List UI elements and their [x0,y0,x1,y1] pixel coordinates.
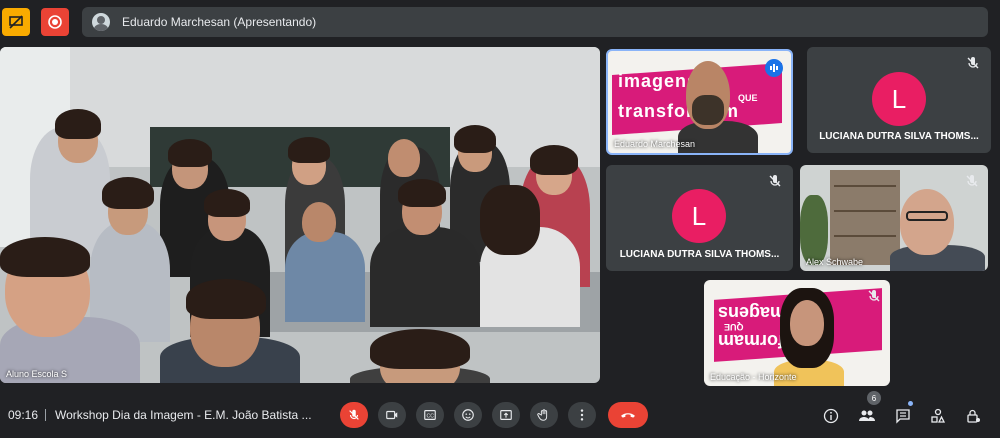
luciana-avatar-2: L [672,189,726,243]
captions-button[interactable]: CC [416,402,444,428]
lock-person-icon [967,409,980,423]
clock-time: 09:16 [8,408,39,422]
main-video-tile[interactable]: Aluno Escola S [0,47,600,383]
participants-button[interactable] [857,406,877,426]
presenter-avatar [92,13,110,31]
divider [45,409,46,421]
recording-icon[interactable] [41,8,69,36]
camera-toggle-button[interactable] [378,402,406,428]
activities-button[interactable] [928,406,948,426]
luciana-name-1: LUCIANA DUTRA SILVA THOMS... [819,131,979,142]
educacao-tile[interactable]: imagens QUE transformam Educação - Horiz… [704,280,890,386]
chat-unread-dot [908,401,913,406]
beard [692,95,724,125]
chat-icon [896,409,910,424]
emoji-icon [462,409,474,421]
educacao-tile-label: Educação - Horizonte [710,372,797,382]
camera-icon [386,410,398,420]
luciana-avatar-1: L [872,72,926,126]
present-screen-button[interactable] [492,402,520,428]
presentation-off-icon[interactable] [2,8,30,36]
participants-count-badge: 6 [867,391,881,405]
glasses [906,211,948,221]
chat-button[interactable] [893,406,913,426]
mic-off-icon [967,57,979,69]
plant [800,195,828,265]
raise-hand-button[interactable] [530,402,558,428]
host-controls-button[interactable] [963,406,983,426]
shapes-icon [931,408,946,423]
info-icon [823,408,839,424]
luciana-tile-1[interactable]: L LUCIANA DUTRA SILVA THOMS... [807,47,991,153]
presenting-text: Eduardo Marchesan (Apresentando) [122,15,317,29]
speaking-indicator-icon [765,59,783,77]
top-bar: Eduardo Marchesan (Apresentando) [0,0,1000,44]
mic-off-icon [769,175,781,187]
more-vert-icon [580,409,584,421]
people-icon [859,410,875,421]
svg-text:CC: CC [427,414,435,420]
meeting-details-button[interactable] [821,406,841,426]
bottom-bar: 09:16 Workshop Dia da Imagem - E.M. João… [0,388,1000,438]
more-options-button[interactable] [568,402,596,428]
mic-off-icon [966,175,978,187]
alex-tile-label: Alex Schwabe [806,257,864,267]
presenting-banner: Eduardo Marchesan (Apresentando) [82,7,988,37]
alex-tile[interactable]: Alex Schwabe [800,165,988,271]
hand-icon [537,409,548,421]
luciana-tile-2[interactable]: L LUCIANA DUTRA SILVA THOMS... [606,165,793,271]
main-tile-label: Aluno Escola S [6,369,68,379]
mic-toggle-button[interactable] [340,402,368,428]
reactions-button[interactable] [454,402,482,428]
hang-up-icon [621,413,635,418]
present-icon [500,410,512,420]
mic-off-icon [349,409,359,420]
luciana-name-2: LUCIANA DUTRA SILVA THOMS... [619,249,780,260]
meeting-title: Workshop Dia da Imagem - E.M. João Batis… [55,408,312,422]
leave-call-button[interactable] [608,402,648,428]
eduardo-tile-label: Eduardo Marchesan [614,139,696,149]
eduardo-tile[interactable]: imagens QUE transformam Eduardo Marchesa… [606,49,793,155]
captions-icon: CC [424,410,436,420]
banner-line2: QUE [738,93,758,103]
mic-off-icon [868,290,880,302]
